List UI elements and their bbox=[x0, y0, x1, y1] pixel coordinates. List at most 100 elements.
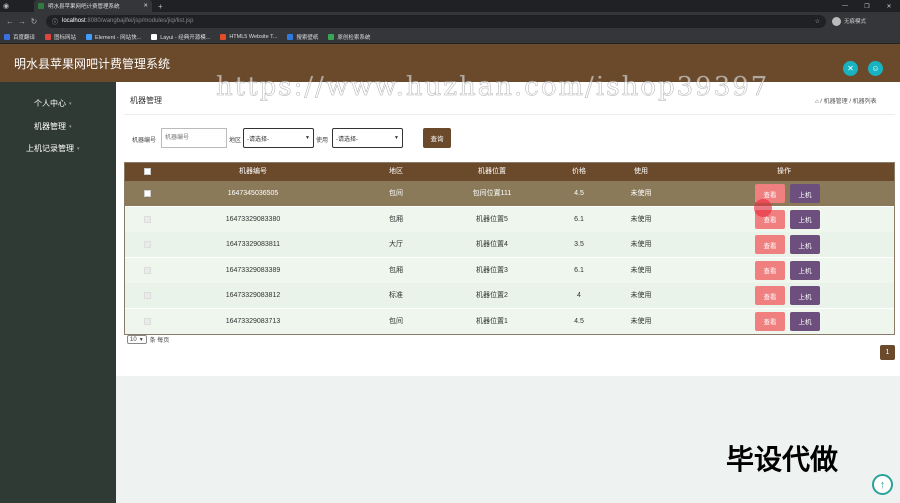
usage-select[interactable]: -请选择- ▼ bbox=[332, 128, 403, 148]
cell-position: 包间位置111 bbox=[472, 190, 512, 197]
area-select[interactable]: -请选择- ▼ bbox=[243, 128, 314, 148]
bookmark-item[interactable]: Element - 网站快... bbox=[86, 33, 141, 41]
minimize-icon[interactable]: — bbox=[834, 3, 856, 10]
cell-position: 机器位置1 bbox=[476, 317, 508, 325]
view-button[interactable]: 查看 bbox=[755, 235, 785, 254]
per-page-label: 条 每页 bbox=[149, 338, 170, 344]
promo-stamp: 毕设代做 bbox=[726, 443, 839, 476]
cell-price: 4.5 bbox=[574, 317, 584, 325]
online-button[interactable]: 上机 bbox=[790, 235, 820, 254]
browser-tab[interactable]: 明水县苹果网吧计费管理系统 ✕ bbox=[34, 0, 152, 12]
tab-favicon-icon bbox=[38, 3, 44, 9]
sidebar-item-online-records[interactable]: 上机记录管理 ▾ bbox=[26, 143, 80, 154]
app-title: 明水县苹果网吧计费管理系统 bbox=[14, 56, 171, 71]
bookmark-label: 搜索壁纸 bbox=[296, 34, 319, 41]
table-header: 机器编号 地区 机器位置 价格 使用 操作 bbox=[124, 162, 895, 181]
user-icon[interactable]: ☺ bbox=[868, 61, 883, 76]
chevron-down-icon: ▾ bbox=[69, 123, 72, 130]
tab-close-icon[interactable]: ✕ bbox=[143, 3, 148, 9]
forward-icon[interactable]: → bbox=[16, 17, 28, 26]
column-header-usage[interactable]: 使用 bbox=[611, 162, 671, 181]
back-icon[interactable]: ← bbox=[4, 17, 16, 26]
bookmark-favicon-icon bbox=[86, 33, 93, 40]
online-button[interactable]: 上机 bbox=[790, 286, 820, 305]
bookmark-item[interactable]: HTML5 Website T... bbox=[220, 33, 278, 40]
bookmark-item[interactable]: 原创检索系统 bbox=[328, 33, 370, 41]
cell-usage: 未使用 bbox=[630, 266, 652, 274]
maximize-icon[interactable]: ❐ bbox=[856, 3, 878, 10]
cell-position: 机器位置5 bbox=[476, 215, 508, 223]
column-header-area[interactable]: 地区 bbox=[356, 162, 436, 181]
sidebar-item-label: 上机记录管理 bbox=[26, 144, 74, 153]
online-button[interactable]: 上机 bbox=[790, 209, 820, 229]
home-icon[interactable]: ⌂ bbox=[815, 99, 819, 105]
tools-icon[interactable]: ✕ bbox=[843, 61, 858, 76]
column-header-position[interactable]: 机器位置 bbox=[442, 162, 542, 181]
view-button[interactable]: 查看 bbox=[755, 260, 785, 280]
browser-menu-icon[interactable]: ◉ bbox=[0, 0, 12, 12]
bookmark-label: Element - 网站快... bbox=[95, 34, 142, 41]
table-row[interactable]: 16473329083811 大厅 机器位置4 3.5 未使用 查看 上机 bbox=[124, 232, 895, 257]
back-to-top-icon[interactable]: ↑ bbox=[872, 474, 893, 495]
info-icon[interactable]: ⓘ bbox=[52, 17, 58, 26]
sidebar-item-machine-management[interactable]: 机器管理 ▾ bbox=[34, 121, 72, 132]
row-checkbox[interactable] bbox=[144, 190, 151, 197]
table-row[interactable]: 16473329083812 标准 机器位置2 4 未使用 查看 上机 bbox=[124, 283, 895, 308]
cell-number: 16473329083380 bbox=[225, 215, 281, 223]
area-label: 地区 bbox=[229, 138, 242, 144]
bookmark-item[interactable]: 搜索壁纸 bbox=[287, 33, 318, 41]
cell-price: 6.1 bbox=[574, 215, 584, 223]
cell-price: 4 bbox=[577, 292, 581, 299]
query-button[interactable]: 查询 bbox=[423, 128, 451, 148]
table-row[interactable]: 1647345036505 包间 包间位置111 4.5 未使用 查看 上机 bbox=[124, 181, 895, 206]
cell-area: 标准 bbox=[389, 292, 403, 299]
select-all-checkbox[interactable] bbox=[144, 168, 151, 175]
reload-icon[interactable]: ↻ bbox=[28, 17, 40, 26]
breadcrumb-item-machine-management[interactable]: 机器管理 bbox=[824, 99, 848, 105]
machine-number-input[interactable] bbox=[161, 128, 227, 148]
online-button[interactable]: 上机 bbox=[790, 184, 820, 203]
title-divider bbox=[124, 114, 895, 115]
url-path: :8080/wangbajifei/jsp/modules/jiqi/list.… bbox=[85, 18, 194, 24]
column-header-number[interactable]: 机器编号 bbox=[193, 162, 313, 181]
bookmark-item[interactable]: Layui - 经典开源模... bbox=[151, 33, 210, 41]
table-row[interactable]: 16473329083713 包间 机器位置1 4.5 未使用 查看 上机 bbox=[124, 308, 895, 334]
incognito-profile[interactable]: 无痕模式 bbox=[832, 16, 866, 26]
row-checkbox[interactable] bbox=[144, 215, 151, 223]
sidebar-item-personal-center[interactable]: 个人中心 ▾ bbox=[34, 98, 72, 109]
online-button[interactable]: 上机 bbox=[790, 260, 820, 280]
bookmark-label: HTML5 Website T... bbox=[229, 33, 278, 40]
machine-number-label: 机器编号 bbox=[132, 138, 157, 144]
url-field[interactable]: ⓘ localhost :8080/wangbajifei/jsp/module… bbox=[46, 14, 826, 28]
online-button[interactable]: 上机 bbox=[790, 311, 820, 331]
close-window-icon[interactable]: ✕ bbox=[878, 3, 900, 10]
row-checkbox[interactable] bbox=[144, 241, 151, 248]
chevron-down-icon: ▼ bbox=[394, 135, 399, 141]
new-tab-icon[interactable]: + bbox=[158, 2, 163, 11]
bookmark-favicon-icon bbox=[151, 33, 158, 40]
page-button-current[interactable]: 1 bbox=[880, 345, 895, 360]
page-size-select[interactable]: 10 ▼ bbox=[127, 335, 147, 344]
row-checkbox[interactable] bbox=[144, 266, 151, 274]
mouse-cursor-highlight bbox=[754, 199, 772, 217]
bookmarks-bar: 百度翻译 图标网站 Element - 网站快... Layui - 经典开源模...… bbox=[0, 30, 900, 44]
table-row[interactable]: 16473329083389 包厢 机器位置3 6.1 未使用 查看 上机 bbox=[124, 257, 895, 283]
watermark-text: https://www.huzhan.com/ishop39397 bbox=[216, 72, 770, 103]
row-checkbox[interactable] bbox=[144, 292, 151, 299]
column-header-price[interactable]: 价格 bbox=[549, 162, 609, 181]
bookmark-item[interactable]: 图标网站 bbox=[45, 33, 76, 41]
bookmark-item[interactable]: 百度翻译 bbox=[4, 33, 35, 41]
column-header-actions: 操作 bbox=[777, 168, 791, 175]
table-row[interactable]: 16473329083380 包厢 机器位置5 6.1 未使用 查看 上机 bbox=[124, 206, 895, 232]
row-checkbox[interactable] bbox=[144, 317, 151, 325]
view-button[interactable]: 查看 bbox=[755, 311, 785, 331]
cell-usage: 未使用 bbox=[630, 317, 652, 325]
view-button[interactable]: 查看 bbox=[755, 286, 785, 305]
bookmark-favicon-icon bbox=[328, 33, 335, 40]
cell-position: 机器位置3 bbox=[476, 266, 508, 274]
page-size-control: 10 ▼ 条 每页 bbox=[127, 335, 169, 344]
incognito-icon bbox=[832, 16, 841, 26]
usage-select-value: -请选择- bbox=[336, 136, 358, 143]
bookmark-star-icon[interactable]: ☆ bbox=[815, 18, 820, 25]
bookmark-favicon-icon bbox=[220, 33, 227, 40]
